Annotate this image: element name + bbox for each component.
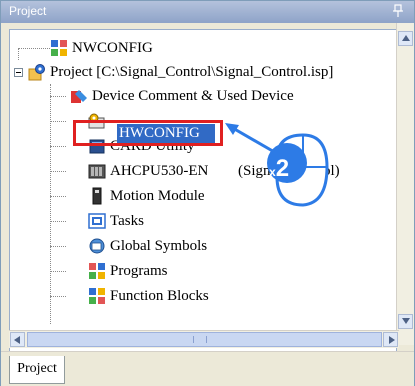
tree-guide-line xyxy=(50,121,66,122)
scroll-left-button[interactable] xyxy=(10,332,25,347)
tree-item-label: Motion Module xyxy=(110,188,205,204)
project-tree[interactable]: NWCONFIG Project [C:\Signal_Control\Sign… xyxy=(9,29,397,356)
tree-guide-line xyxy=(50,96,66,97)
pin-icon[interactable] xyxy=(392,3,406,19)
tree-item-label: AHCPU530-EN xyxy=(110,163,209,179)
tree-item-label: Global Symbols xyxy=(110,238,208,254)
tasks-icon xyxy=(88,212,106,230)
tree-item-label: Device Comment & Used Device xyxy=(92,88,294,104)
tree-guide-line xyxy=(18,48,50,49)
tree-guide-line xyxy=(50,246,66,247)
tree-item-label: Tasks xyxy=(110,213,144,229)
tree-item-nwconfig[interactable]: NWCONFIG xyxy=(48,38,248,62)
cpu-icon xyxy=(88,162,106,180)
down-arrow-icon xyxy=(402,318,410,324)
scroll-thumb[interactable] xyxy=(27,332,382,347)
tree-item-label: Function Blocks xyxy=(110,288,209,304)
up-arrow-icon xyxy=(402,35,410,41)
panel-title: Project xyxy=(9,4,47,18)
tree-item-global-symbols[interactable]: Global Symbols xyxy=(68,236,268,260)
global-symbols-icon xyxy=(88,237,106,255)
click-prefix: x xyxy=(269,165,276,179)
tab-project[interactable]: Project xyxy=(9,356,65,384)
scroll-down-button[interactable] xyxy=(398,314,413,329)
project-gear-icon xyxy=(28,63,46,81)
horizontal-scrollbar[interactable] xyxy=(9,330,399,348)
tree-item-label: Programs xyxy=(110,263,168,279)
function-blocks-icon xyxy=(88,287,106,305)
left-arrow-icon xyxy=(14,336,20,344)
tree-guide-line xyxy=(50,196,66,197)
vertical-scrollbar[interactable] xyxy=(396,23,414,345)
scroll-right-button[interactable] xyxy=(383,332,398,347)
nwconfig-icon xyxy=(50,39,68,57)
tree-item-label: NWCONFIG xyxy=(72,40,153,56)
tree-item-label-selected[interactable]: HWCONFIG xyxy=(119,125,200,142)
tree-guide-line xyxy=(18,48,19,60)
tree-item-label: Project [C:\Signal_Control\Signal_Contro… xyxy=(50,64,334,80)
collapse-toggle-icon[interactable] xyxy=(14,68,23,77)
tree-guide-line xyxy=(50,296,66,297)
tree-guide-line xyxy=(50,146,66,147)
device-comment-icon xyxy=(70,87,88,105)
grip-icon xyxy=(193,336,207,343)
programs-icon xyxy=(88,262,106,280)
tree-guide-line xyxy=(50,221,66,222)
tree-item-function-blocks[interactable]: Function Blocks xyxy=(68,286,268,310)
tree-guide-line xyxy=(50,171,66,172)
tree-guide-line xyxy=(50,84,51,324)
scroll-up-button[interactable] xyxy=(398,31,413,46)
tree-guide-line xyxy=(50,271,66,272)
motion-module-icon xyxy=(88,187,106,205)
panel-title-bar[interactable]: Project xyxy=(1,1,414,23)
panel-tab-bar: Project xyxy=(1,351,414,386)
project-panel: Project NWCONFIG Project [C:\Signal_Cont… xyxy=(0,0,415,386)
double-click-badge: x2 xyxy=(269,155,289,183)
tree-item-device-comment[interactable]: Device Comment & Used Device xyxy=(68,86,368,110)
right-arrow-icon xyxy=(389,336,395,344)
tree-item-motion-module[interactable]: Motion Module xyxy=(68,186,268,210)
tree-item-project[interactable]: Project [C:\Signal_Control\Signal_Contro… xyxy=(24,62,394,86)
click-count: 2 xyxy=(275,155,290,182)
tree-item-programs[interactable]: Programs xyxy=(68,261,268,285)
tree-item-tasks[interactable]: Tasks xyxy=(68,211,268,235)
